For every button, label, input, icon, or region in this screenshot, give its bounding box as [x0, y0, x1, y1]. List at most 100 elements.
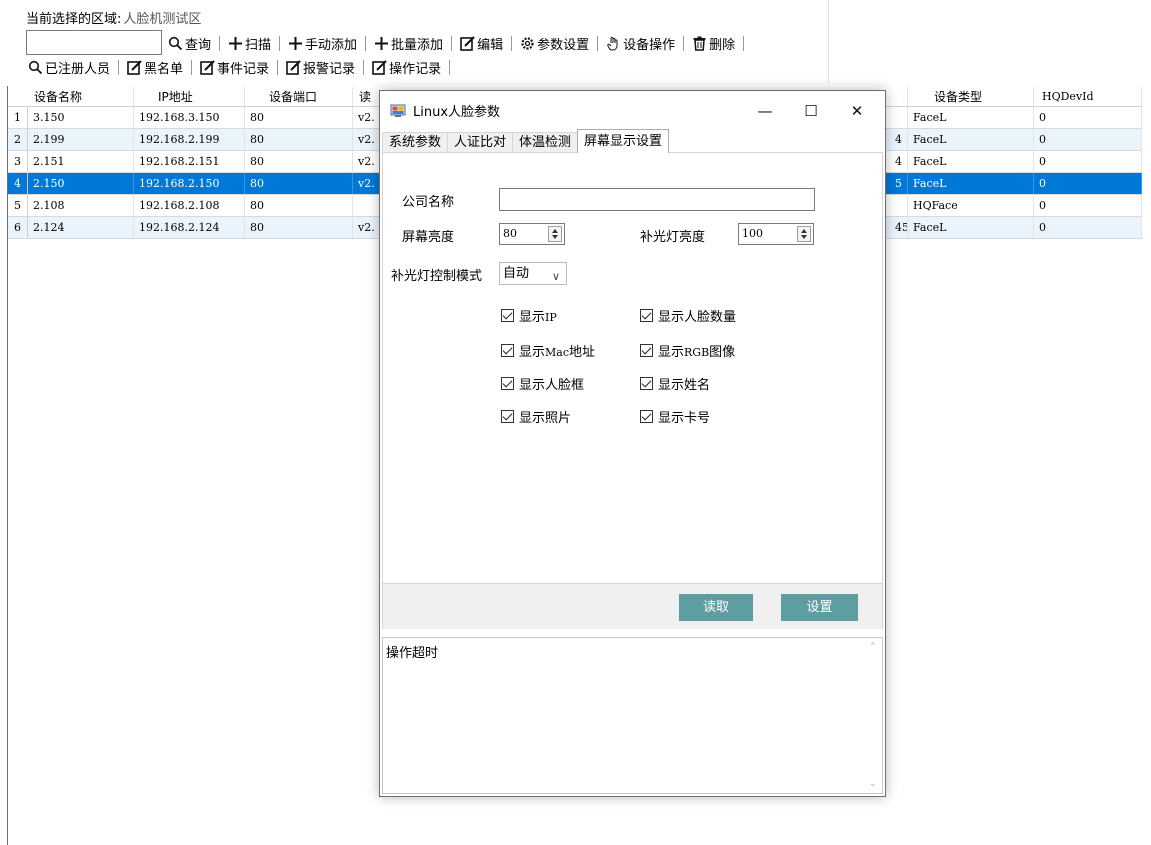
- dialog-titlebar[interactable]: Linux人脸参数 — ☐ ✕: [380, 91, 885, 129]
- cell-port[interactable]: 80: [245, 217, 353, 238]
- registered-people-button[interactable]: 已注册人员: [26, 58, 112, 77]
- cell-port[interactable]: 80: [245, 173, 353, 194]
- cell-hqid[interactable]: 0: [1034, 129, 1142, 150]
- cell-ip[interactable]: 192.168.2.150: [134, 173, 245, 194]
- cell-name[interactable]: 2.124: [28, 217, 134, 238]
- cell-name[interactable]: 2.151: [28, 151, 134, 172]
- read-button[interactable]: 读取: [679, 594, 753, 621]
- show-rgb-checkbox[interactable]: 显示RGB图像: [640, 341, 735, 360]
- cell-version[interactable]: v2.: [353, 107, 381, 128]
- cell-type[interactable]: FaceL: [908, 217, 1034, 238]
- edit-button[interactable]: 编辑: [458, 34, 505, 53]
- scan-button[interactable]: 扫描: [226, 34, 273, 53]
- cell-name[interactable]: 2.108: [28, 195, 134, 216]
- log-textarea[interactable]: 操作超时 ⌃ ⌄: [382, 637, 883, 794]
- edit-icon: [127, 59, 142, 75]
- scroll-up-icon[interactable]: ⌃: [869, 642, 877, 652]
- spin-arrows-icon[interactable]: [548, 226, 562, 242]
- param-settings-button[interactable]: 参数设置: [518, 34, 591, 53]
- col-header-ip[interactable]: IP地址: [134, 87, 245, 106]
- device-operation-button[interactable]: 设备操作: [604, 34, 677, 53]
- show-ip-checkbox[interactable]: 显示IP: [501, 306, 557, 325]
- cell-version[interactable]: [353, 195, 381, 216]
- cell-ip[interactable]: 192.168.2.124: [134, 217, 245, 238]
- cell-type[interactable]: HQFace: [908, 195, 1034, 216]
- main-toolbar: 查询 扫描 手动添加 批量添加 编辑 参数设置 设备操作 删除: [166, 32, 750, 54]
- col-header-name[interactable]: 设备名称: [8, 87, 134, 106]
- cell-version[interactable]: v2.: [353, 217, 381, 238]
- tab-temperature[interactable]: 体温检测: [512, 132, 579, 153]
- cell-name[interactable]: 2.150: [28, 173, 134, 194]
- fill-light-brightness-label: 补光灯亮度: [640, 230, 706, 245]
- spin-arrows-icon[interactable]: [797, 226, 811, 242]
- registered-people-label: 已注册人员: [45, 61, 111, 77]
- fill-light-mode-select[interactable]: 自动 ∨: [499, 262, 567, 285]
- event-records-label: 事件记录: [217, 61, 270, 77]
- batch-add-button[interactable]: 批量添加: [372, 34, 445, 53]
- toolbar-separator: [219, 35, 221, 51]
- edit-icon: [372, 59, 387, 75]
- tab-id-compare[interactable]: 人证比对: [447, 132, 514, 153]
- cell-hqid[interactable]: 0: [1034, 195, 1142, 216]
- show-face-count-checkbox[interactable]: 显示人脸数量: [640, 306, 736, 325]
- cell-port[interactable]: 80: [245, 129, 353, 150]
- delete-button[interactable]: 删除: [690, 34, 737, 53]
- cell-ip[interactable]: 192.168.3.150: [134, 107, 245, 128]
- cell-hqid[interactable]: 0: [1034, 107, 1142, 128]
- cell-hqid[interactable]: 0: [1034, 217, 1142, 238]
- row-number: 5: [8, 195, 28, 216]
- cell-name[interactable]: 3.150: [28, 107, 134, 128]
- maximize-button[interactable]: ☐: [788, 97, 834, 125]
- cell-ip[interactable]: 192.168.2.108: [134, 195, 245, 216]
- query-button[interactable]: 查询: [166, 34, 213, 53]
- cell-type[interactable]: FaceL: [908, 129, 1034, 150]
- scroll-down-icon[interactable]: ⌄: [869, 779, 877, 789]
- cell-version[interactable]: v2.: [353, 151, 381, 172]
- cell-name[interactable]: 2.199: [28, 129, 134, 150]
- search-input[interactable]: [26, 30, 162, 55]
- col-header-type[interactable]: 设备类型: [908, 87, 1034, 106]
- cell-type[interactable]: FaceL: [908, 151, 1034, 172]
- cell-ip[interactable]: 192.168.2.199: [134, 129, 245, 150]
- button-bar: 读取 设置: [382, 584, 883, 629]
- tab-system-params[interactable]: 系统参数: [382, 132, 449, 153]
- col-header-hqdevid[interactable]: HQDevId: [1034, 87, 1142, 106]
- cell-port[interactable]: 80: [245, 151, 353, 172]
- scan-label: 扫描: [245, 37, 272, 53]
- tab-screen-display[interactable]: 屏幕显示设置: [577, 129, 670, 153]
- checkbox-checked-icon: [501, 377, 514, 390]
- minimize-button[interactable]: —: [742, 97, 788, 125]
- company-name-field[interactable]: [499, 188, 815, 211]
- show-photo-checkbox[interactable]: 显示照片: [501, 407, 571, 426]
- cell-hqid[interactable]: 0: [1034, 151, 1142, 172]
- cell-port[interactable]: 80: [245, 107, 353, 128]
- screen-brightness-value: 80: [503, 227, 517, 240]
- row-number: 4: [8, 173, 28, 194]
- cell-port[interactable]: 80: [245, 195, 353, 216]
- show-name-checkbox[interactable]: 显示姓名: [640, 374, 710, 393]
- log-scrollbar[interactable]: ⌃ ⌄: [865, 638, 882, 793]
- toolbar-separator: [511, 35, 513, 51]
- alarm-records-button[interactable]: 报警记录: [284, 58, 357, 77]
- query-label: 查询: [185, 37, 212, 53]
- show-card-checkbox[interactable]: 显示卡号: [640, 407, 710, 426]
- cell-type[interactable]: FaceL: [908, 107, 1034, 128]
- set-button[interactable]: 设置: [781, 594, 858, 621]
- cell-type[interactable]: FaceL: [908, 173, 1034, 194]
- fill-light-brightness-stepper[interactable]: 100: [738, 223, 814, 245]
- cell-ip[interactable]: 192.168.2.151: [134, 151, 245, 172]
- plus-icon: [229, 36, 243, 50]
- manual-add-button[interactable]: 手动添加: [286, 34, 359, 53]
- batch-add-label: 批量添加: [391, 37, 444, 53]
- close-button[interactable]: ✕: [834, 97, 880, 125]
- blacklist-button[interactable]: 黑名单: [125, 58, 185, 77]
- col-header-port[interactable]: 设备端口: [245, 87, 353, 106]
- operation-records-button[interactable]: 操作记录: [370, 58, 443, 77]
- cell-version[interactable]: v2.: [353, 129, 381, 150]
- event-records-button[interactable]: 事件记录: [198, 58, 271, 77]
- screen-brightness-stepper[interactable]: 80: [499, 223, 565, 245]
- show-mac-checkbox[interactable]: 显示Mac地址: [501, 341, 595, 360]
- cell-version[interactable]: v2.: [353, 173, 381, 194]
- cell-hqid[interactable]: 0: [1034, 173, 1142, 194]
- show-face-frame-checkbox[interactable]: 显示人脸框: [501, 374, 584, 393]
